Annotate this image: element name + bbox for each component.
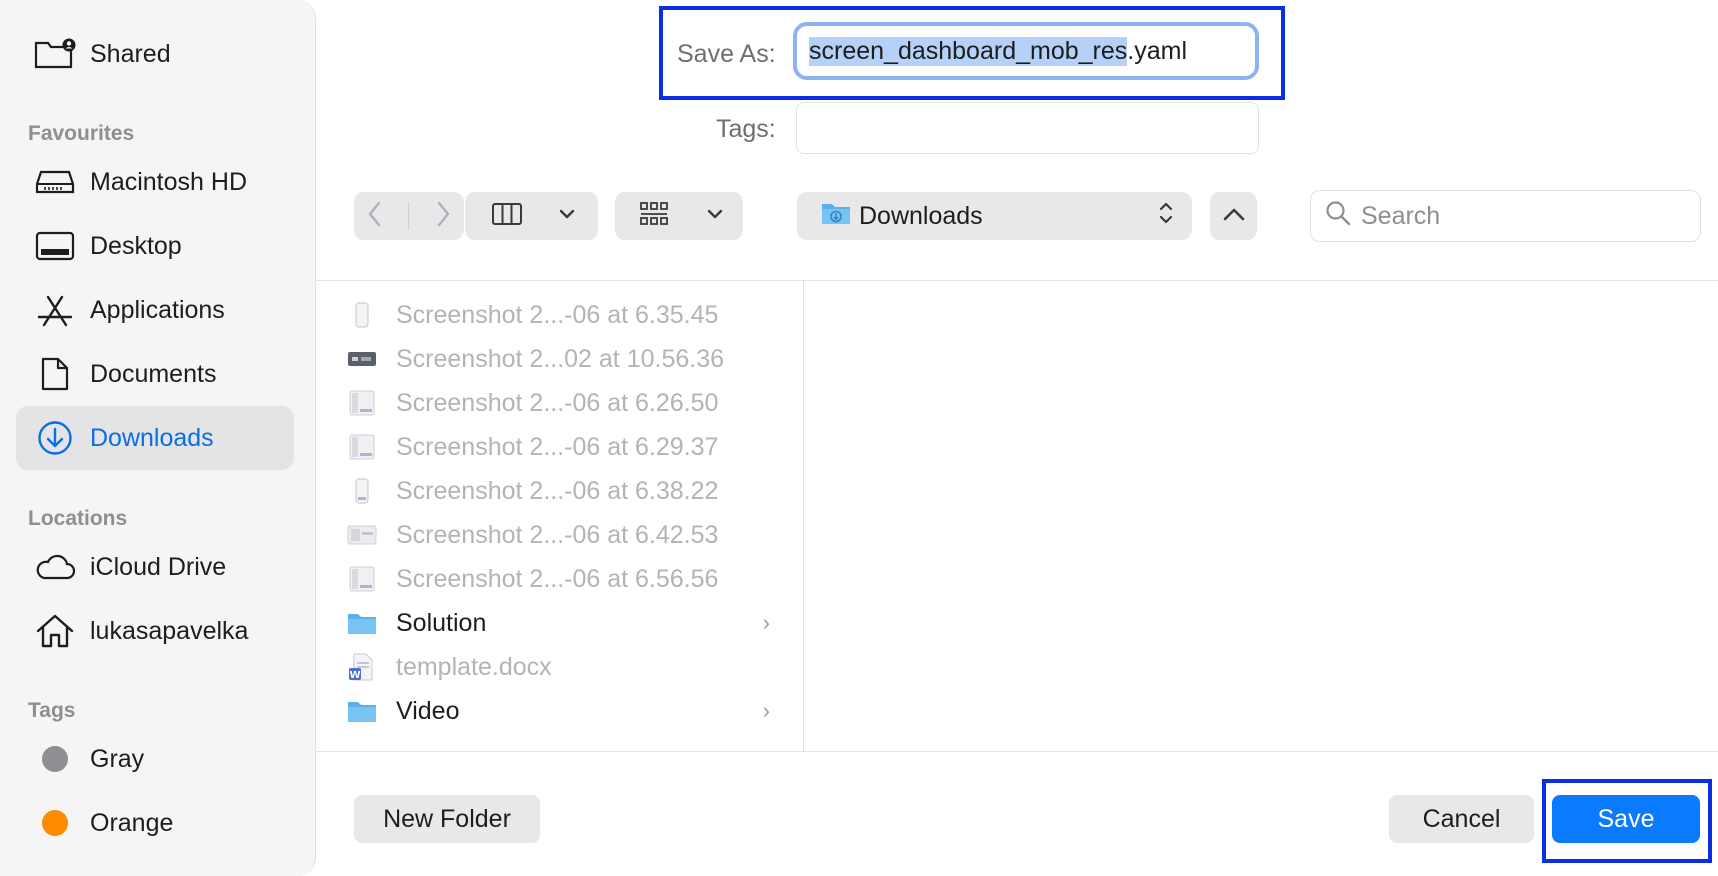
image-file-icon — [346, 476, 378, 506]
sidebar-item-icloud-drive[interactable]: iCloud Drive — [16, 535, 294, 599]
file-name: Screenshot 2...02 at 10.56.36 — [396, 344, 725, 373]
sidebar-item-label: Gray — [90, 744, 145, 773]
download-icon — [16, 420, 90, 456]
search-placeholder: Search — [1361, 201, 1441, 230]
search-input[interactable]: Search — [1310, 190, 1701, 242]
cloud-icon — [16, 553, 90, 581]
hard-drive-icon — [16, 168, 90, 196]
image-file-icon — [346, 564, 378, 594]
up-down-chevron-icon — [1158, 200, 1174, 233]
sidebar-item-label: Downloads — [90, 423, 214, 452]
tags-input[interactable] — [796, 102, 1259, 154]
home-icon — [16, 613, 90, 649]
tag-color-dot — [42, 810, 68, 836]
sidebar-item-label: Desktop — [90, 231, 182, 260]
sidebar-item-label: Macintosh HD — [90, 167, 247, 196]
file-row[interactable]: Screenshot 2...-06 at 6.38.22 — [346, 469, 776, 513]
file-name: Screenshot 2...-06 at 6.38.22 — [396, 476, 719, 505]
folder-icon — [346, 696, 378, 726]
filename-selected-text: screen_dashboard_mob_res — [809, 36, 1128, 66]
shared-folder-icon — [16, 37, 90, 71]
sidebar-section-locations: Locations — [28, 507, 128, 530]
sidebar-item-label: Orange — [90, 808, 174, 837]
folder-row-video[interactable]: Video › — [346, 689, 776, 733]
grid-icon — [639, 201, 669, 232]
sidebar-item-label: Documents — [90, 359, 217, 388]
file-name: Screenshot 2...-06 at 6.35.45 — [396, 300, 719, 329]
forward-button[interactable] — [434, 200, 452, 233]
document-icon — [16, 356, 90, 392]
sidebar-item-label: lukasapavelka — [90, 616, 249, 645]
desktop-icon — [16, 231, 90, 261]
chevron-up-icon — [1222, 206, 1246, 227]
chevron-down-icon — [559, 207, 575, 225]
sidebar-item-documents[interactable]: Documents — [16, 342, 294, 406]
file-name: template.docx — [396, 652, 552, 681]
image-file-icon — [346, 520, 378, 550]
sidebar-item-label: Shared — [90, 39, 171, 68]
tag-color-dot — [42, 746, 68, 772]
filename-extension: .yaml — [1127, 36, 1187, 65]
sidebar-item-desktop[interactable]: Desktop — [16, 214, 294, 278]
column-view-icon — [491, 202, 523, 231]
sidebar-item-applications[interactable]: Applications — [16, 278, 294, 342]
sidebar-section-favourites: Favourites — [28, 122, 135, 145]
image-file-icon — [346, 344, 378, 374]
file-row[interactable]: W template.docx — [346, 645, 776, 689]
svg-text:W: W — [349, 670, 360, 681]
file-name: Video — [396, 696, 460, 725]
new-folder-button[interactable]: New Folder — [354, 795, 540, 843]
column-divider — [803, 281, 804, 751]
collapse-button[interactable] — [1210, 192, 1257, 240]
divider — [408, 202, 410, 230]
file-name: Solution — [396, 608, 487, 637]
sidebar-item-tag-gray[interactable]: Gray — [16, 727, 294, 791]
sidebar-item-label: iCloud Drive — [90, 552, 227, 581]
sidebar-item-macintosh-hd[interactable]: Macintosh HD — [16, 150, 294, 214]
save-as-label: Save As: — [677, 40, 776, 68]
sidebar-section-tags: Tags — [28, 699, 76, 722]
word-document-icon: W — [346, 652, 378, 682]
chevron-down-icon — [707, 207, 723, 225]
image-file-icon — [346, 300, 378, 330]
file-row[interactable]: Screenshot 2...-06 at 6.35.45 — [346, 293, 776, 337]
navigation-buttons — [354, 192, 464, 240]
file-row[interactable]: Screenshot 2...-06 at 6.26.50 — [346, 381, 776, 425]
folder-icon — [346, 608, 378, 638]
file-name: Screenshot 2...-06 at 6.42.53 — [396, 520, 719, 549]
sidebar-item-label: Applications — [90, 295, 225, 324]
back-button[interactable] — [366, 200, 384, 233]
search-icon — [1325, 200, 1351, 233]
group-view-button[interactable] — [615, 192, 743, 240]
downloads-folder-icon — [821, 201, 851, 232]
cancel-button[interactable]: Cancel — [1389, 795, 1534, 843]
sidebar: Shared Favourites Macintosh HD Desktop A… — [0, 0, 316, 876]
file-name: Screenshot 2...-06 at 6.26.50 — [396, 388, 719, 417]
folder-row-solution[interactable]: Solution › — [346, 601, 776, 645]
column-view-button[interactable] — [465, 192, 598, 240]
image-file-icon — [346, 388, 378, 418]
sidebar-item-home[interactable]: lukasapavelka — [16, 599, 294, 663]
file-name: Screenshot 2...-06 at 6.56.56 — [396, 564, 719, 593]
file-row[interactable]: Screenshot 2...-06 at 6.42.53 — [346, 513, 776, 557]
applications-icon — [16, 293, 90, 327]
sidebar-item-downloads[interactable]: Downloads — [16, 406, 294, 470]
divider — [316, 751, 1718, 752]
location-popup[interactable]: Downloads — [797, 192, 1192, 240]
sidebar-item-shared[interactable]: Shared — [16, 22, 294, 86]
save-button[interactable]: Save — [1552, 795, 1700, 843]
location-label: Downloads — [859, 201, 983, 230]
divider — [316, 280, 1718, 281]
file-name: Screenshot 2...-06 at 6.29.37 — [396, 432, 719, 461]
chevron-right-icon: › — [762, 698, 770, 723]
chevron-right-icon: › — [762, 610, 770, 635]
file-row[interactable]: Screenshot 2...02 at 10.56.36 — [346, 337, 776, 381]
filename-input[interactable]: screen_dashboard_mob_res .yaml — [793, 22, 1259, 80]
file-row[interactable]: Screenshot 2...-06 at 6.29.37 — [346, 425, 776, 469]
sidebar-item-tag-orange[interactable]: Orange — [16, 791, 294, 855]
tags-label: Tags: — [716, 115, 776, 143]
image-file-icon — [346, 432, 378, 462]
file-row[interactable]: Screenshot 2...-06 at 6.56.56 — [346, 557, 776, 601]
